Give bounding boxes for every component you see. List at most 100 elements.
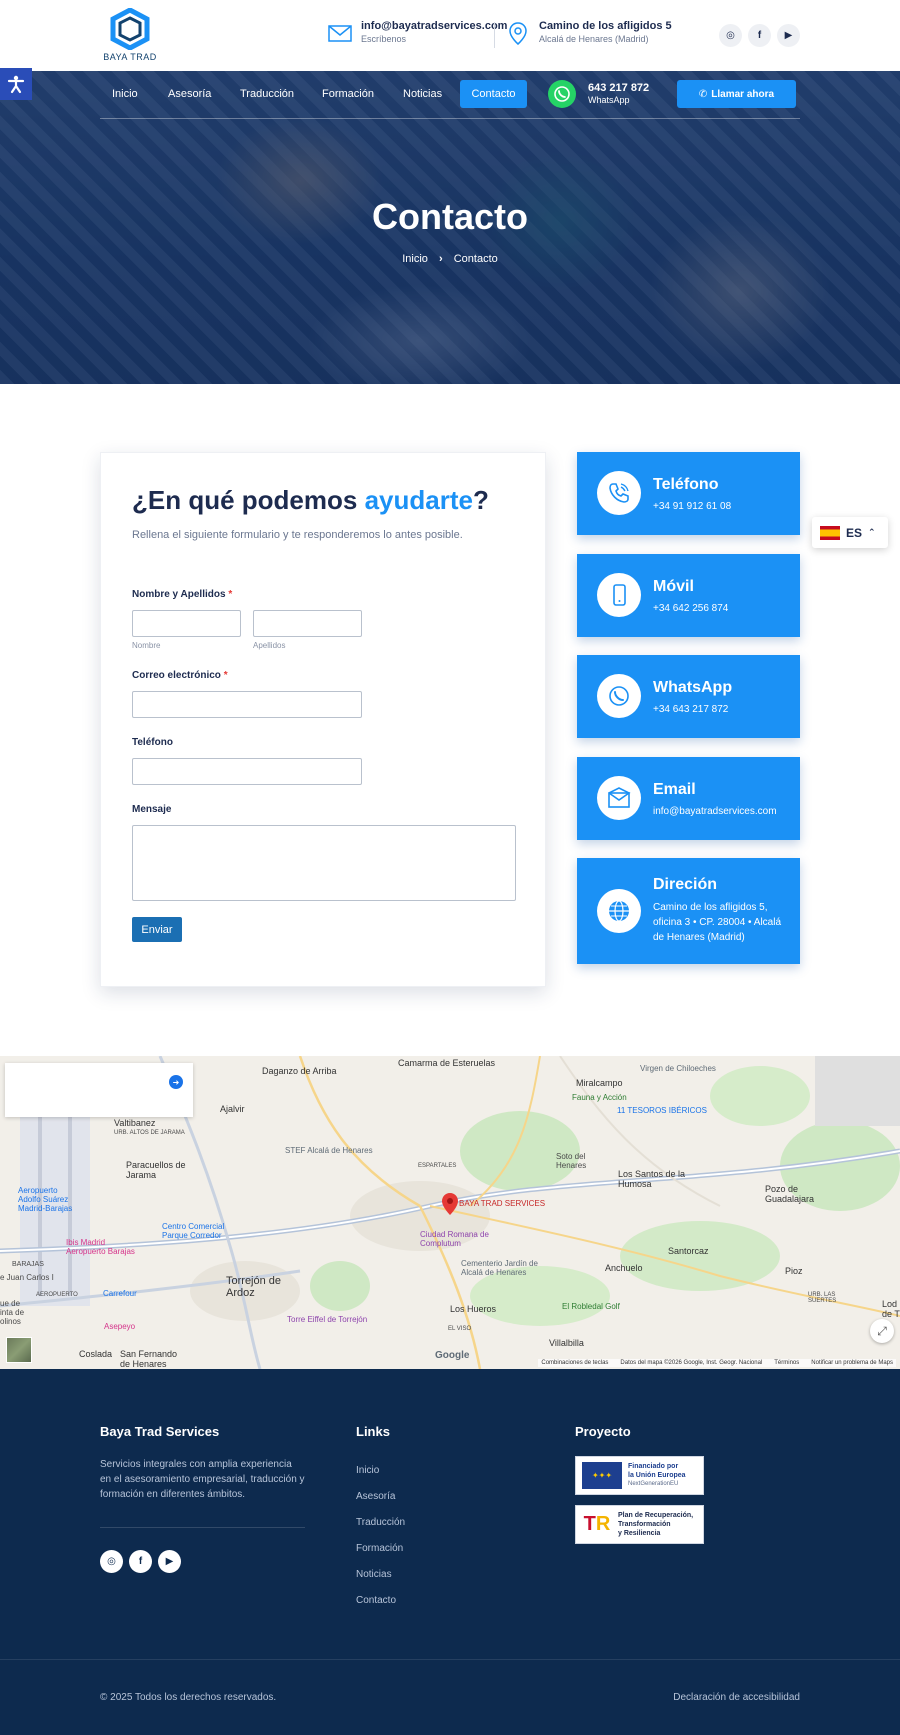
badge1-line1: Financiado por bbox=[628, 1463, 679, 1470]
badge2-line1: Plan de Recuperación, bbox=[618, 1512, 694, 1519]
youtube-icon[interactable]: ▶ bbox=[777, 24, 800, 47]
accessibility-icon bbox=[7, 75, 25, 94]
nav-item-contacto[interactable]: Contacto bbox=[460, 80, 527, 108]
recovery-plan-badge[interactable]: TR Plan de Recuperación, Transformación … bbox=[575, 1505, 704, 1544]
whatsapp-icon[interactable] bbox=[548, 80, 576, 108]
email-field[interactable] bbox=[132, 691, 362, 718]
nav-item-asesoria[interactable]: Asesoría bbox=[168, 88, 211, 100]
info-card-value: +34 643 217 872 bbox=[653, 704, 729, 715]
header-address-line: Camino de los afligidos 5 bbox=[539, 20, 672, 32]
header-email-address[interactable]: info@bayatradservices.com bbox=[361, 20, 507, 32]
info-card-movil[interactable]: Móvil +34 642 256 874 bbox=[577, 554, 800, 637]
last-name-input[interactable] bbox=[253, 610, 362, 637]
logo[interactable]: BAYA TRAD bbox=[100, 8, 160, 64]
info-card-title: Móvil bbox=[653, 578, 694, 595]
map-label: San Fernando de Henares bbox=[120, 1349, 178, 1369]
map-label: ue de inta de olinos bbox=[0, 1299, 25, 1326]
map-label: Fauna y Acción bbox=[572, 1093, 627, 1102]
nav-item-formacion[interactable]: Formación bbox=[322, 88, 374, 100]
page-title: Contacto bbox=[372, 196, 528, 237]
nav-item-inicio[interactable]: Inicio bbox=[112, 88, 138, 100]
header-address: Camino de los afligidos 5 Alcalá de Hena… bbox=[505, 20, 672, 46]
map-label: Valtibanez bbox=[114, 1118, 156, 1128]
info-card-direccion[interactable]: Direción Camino de los afligidos 5, ofic… bbox=[577, 858, 800, 964]
map-label: Ciudad Romana de Complutum bbox=[420, 1230, 489, 1248]
location-pin-icon bbox=[509, 22, 527, 45]
satellite-toggle[interactable] bbox=[6, 1337, 32, 1363]
phone-field[interactable] bbox=[132, 758, 362, 785]
phone-label: Teléfono bbox=[132, 737, 173, 748]
eu-funding-badge[interactable]: ✦✦✦ Financiado por la Unión Europea Next… bbox=[575, 1456, 704, 1495]
logo-text: BAYA TRAD bbox=[103, 52, 157, 62]
mobile-icon bbox=[597, 573, 641, 617]
info-card-value: info@bayatradservices.com bbox=[653, 806, 777, 817]
globe-icon bbox=[597, 889, 641, 933]
nav-item-noticias[interactable]: Noticias bbox=[403, 88, 442, 100]
phone-icon bbox=[597, 471, 641, 515]
nav-item-traduccion[interactable]: Traducción bbox=[240, 88, 294, 100]
info-card-title: Email bbox=[653, 781, 696, 798]
header-social-links: ◎ f ▶ bbox=[719, 24, 800, 47]
directions-icon[interactable]: ➜ bbox=[169, 1075, 183, 1089]
form-title-end: ? bbox=[472, 485, 489, 515]
form-title-accent: ayudarte bbox=[364, 485, 473, 515]
submit-button[interactable]: Enviar bbox=[132, 917, 182, 942]
map-report-link[interactable]: Notificar un problema de Maps bbox=[811, 1360, 893, 1366]
map-label: Aeropuerto Adolfo Suárez Madrid-Barajas bbox=[18, 1186, 73, 1213]
footer-link-traduccion[interactable]: Traducción bbox=[356, 1517, 405, 1528]
header-email[interactable]: info@bayatradservices.com Escríbenos bbox=[327, 20, 507, 46]
instagram-icon[interactable]: ◎ bbox=[719, 24, 742, 47]
form-title-start: ¿En qué podemos bbox=[132, 485, 365, 515]
facebook-icon[interactable]: f bbox=[129, 1550, 152, 1573]
map-label: Daganzo de Arriba bbox=[262, 1066, 337, 1076]
info-card-email[interactable]: Email info@bayatradservices.com bbox=[577, 757, 800, 840]
map-label: Ibis Madrid Aeropuerto Barajas bbox=[66, 1238, 135, 1256]
map-label: Torrejón de Ardoz bbox=[226, 1275, 282, 1299]
message-textarea[interactable] bbox=[132, 825, 516, 901]
info-card-value: +34 91 912 61 08 bbox=[653, 501, 732, 512]
map-terms-link[interactable]: Términos bbox=[774, 1360, 799, 1366]
call-now-button[interactable]: ✆ Llamar ahora bbox=[677, 80, 796, 108]
map-label: URB. LAS SUERTES bbox=[808, 1292, 837, 1304]
footer-link-contacto[interactable]: Contacto bbox=[356, 1595, 396, 1606]
first-name-input[interactable] bbox=[132, 610, 241, 637]
map-data-attribution: Datos del mapa ©2026 Google, Inst. Geogr… bbox=[620, 1360, 763, 1366]
email-icon bbox=[597, 776, 641, 820]
chevron-right-icon: › bbox=[438, 253, 443, 265]
phone-icon: ✆ bbox=[698, 88, 708, 100]
language-selector[interactable]: ES ⌃ bbox=[812, 517, 888, 548]
chevron-up-icon: ⌃ bbox=[868, 527, 876, 537]
map-label: Pozo de Guadalajara bbox=[765, 1184, 815, 1204]
accessibility-statement-link[interactable]: Declaración de accesibilidad bbox=[673, 1692, 800, 1703]
badge2-line2: Transformación bbox=[618, 1521, 671, 1528]
info-card-telefono[interactable]: Teléfono +34 91 912 61 08 bbox=[577, 452, 800, 535]
footer-link-inicio[interactable]: Inicio bbox=[356, 1465, 379, 1476]
footer-link-formacion[interactable]: Formación bbox=[356, 1543, 403, 1554]
google-map[interactable]: Daganzo de Arriba Camarma de Esteruelas … bbox=[0, 1056, 900, 1369]
eu-flag-icon: ✦✦✦ bbox=[582, 1462, 622, 1489]
badge2-line3: y Resiliencia bbox=[618, 1530, 661, 1537]
nav-divider bbox=[100, 118, 800, 119]
copyright: © 2025 Todos los derechos reservados. bbox=[100, 1692, 277, 1703]
map-label-baya-trad[interactable]: BAYA TRAD SERVICES bbox=[459, 1199, 545, 1208]
nav-whatsapp[interactable]: 643 217 872 WhatsApp bbox=[588, 82, 649, 105]
map-info-panel[interactable]: ➜ bbox=[5, 1063, 193, 1117]
info-card-whatsapp[interactable]: WhatsApp +34 643 217 872 bbox=[577, 655, 800, 738]
map-label: Paracuellos de Jarama bbox=[126, 1160, 186, 1180]
instagram-icon[interactable]: ◎ bbox=[100, 1550, 123, 1573]
map-pin-icon[interactable] bbox=[441, 1192, 459, 1216]
map-label: Centro Comercial Parque Corredor bbox=[162, 1222, 225, 1240]
youtube-icon[interactable]: ▶ bbox=[158, 1550, 181, 1573]
accessibility-button[interactable] bbox=[0, 68, 32, 100]
breadcrumb-home[interactable]: Inicio bbox=[402, 253, 428, 265]
fullscreen-icon[interactable]: ⤢ bbox=[870, 1319, 894, 1343]
map-label: El Robledal Golf bbox=[562, 1302, 620, 1311]
last-name-hint: Apellidos bbox=[253, 641, 286, 650]
map-label: Los Hueros bbox=[450, 1304, 497, 1314]
footer-link-asesoria[interactable]: Asesoría bbox=[356, 1491, 395, 1502]
map-keyboard-shortcuts[interactable]: Combinaciones de teclas bbox=[541, 1360, 608, 1366]
facebook-icon[interactable]: f bbox=[748, 24, 771, 47]
nav-whatsapp-label: WhatsApp bbox=[588, 95, 630, 105]
nav-whatsapp-number: 643 217 872 bbox=[588, 82, 650, 94]
footer-link-noticias[interactable]: Noticias bbox=[356, 1569, 392, 1580]
